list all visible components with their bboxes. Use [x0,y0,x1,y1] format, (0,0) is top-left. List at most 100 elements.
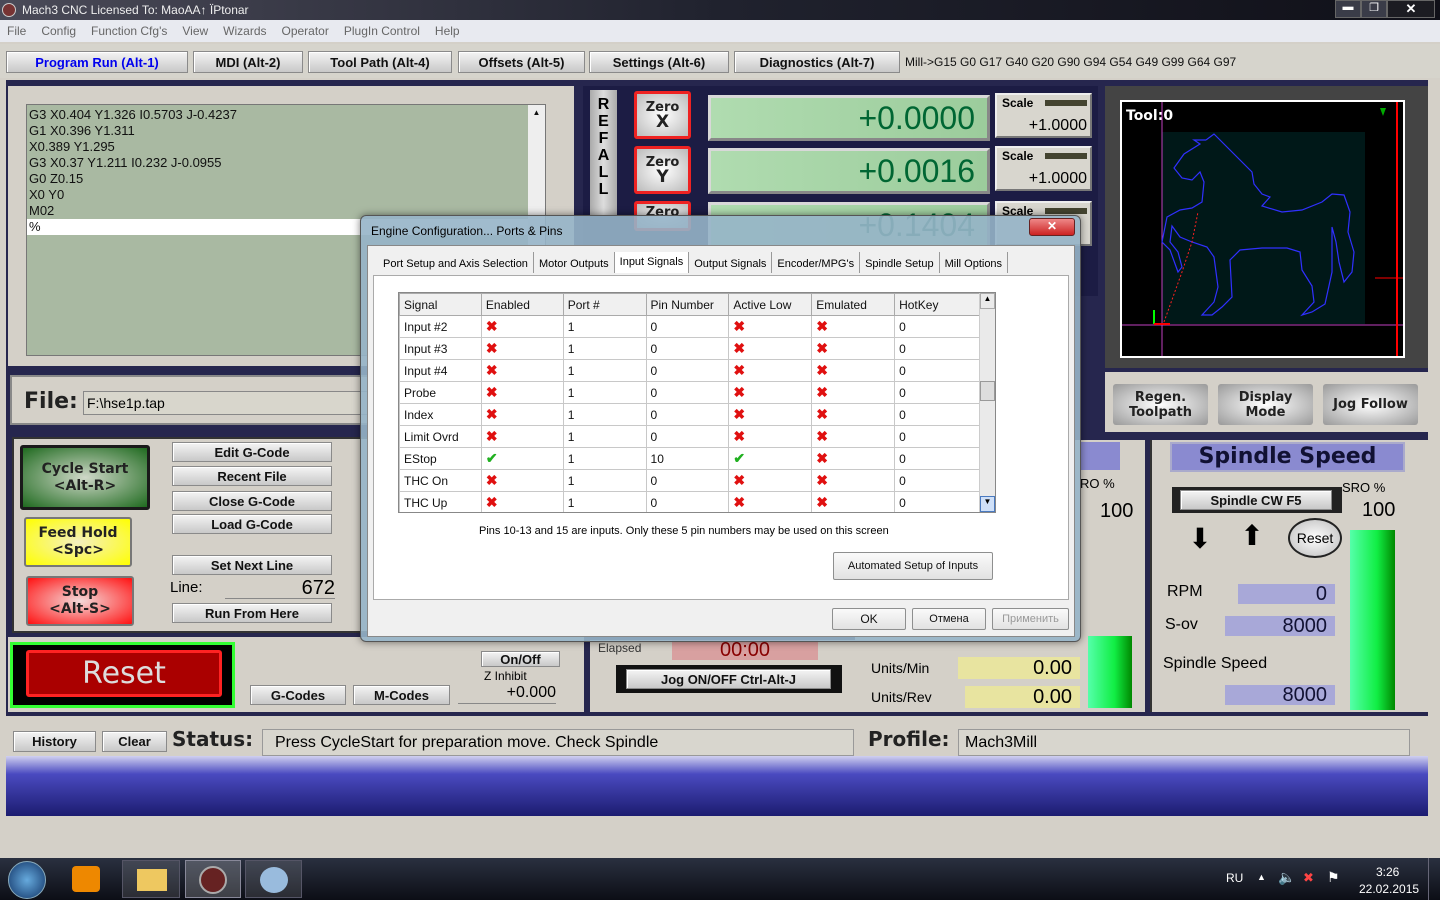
cross-icon[interactable]: ✖ [486,428,498,444]
cell-hotkey[interactable]: 0 [894,315,980,338]
table-row[interactable]: THC On ✖ 1 0 ✖ ✖ 0 [399,469,980,492]
cross-icon[interactable]: ✖ [486,384,498,400]
show-desktop-button[interactable] [1428,858,1440,900]
check-icon[interactable]: ✔ [733,450,745,466]
menu-file[interactable]: File [7,24,26,38]
cell-enabled[interactable]: ✖ [480,469,564,492]
cell-active_low[interactable]: ✖ [728,337,813,360]
line-field[interactable]: 672 [225,577,335,599]
cell-enabled[interactable]: ✖ [480,403,564,426]
cell-pin[interactable]: 0 [645,491,730,512]
tab-program-run[interactable]: Program Run (Alt-1) [6,51,188,73]
explorer-icon[interactable] [122,860,180,898]
fro-slider[interactable] [1088,636,1132,708]
cell-port[interactable]: 1 [562,315,647,338]
spindle-reset-button[interactable]: Reset [1288,518,1342,558]
action-center-icon[interactable]: ⚑ [1327,869,1340,886]
recent-file-button[interactable]: Recent File [172,466,332,486]
zero-x-button[interactable]: Zero X [634,91,691,139]
table-row[interactable]: Index ✖ 1 0 ✖ ✖ 0 [399,403,980,426]
dro-y[interactable]: +0.0016 [708,148,990,194]
dialog-tab-spindle-setup[interactable]: Spindle Setup [860,252,940,273]
z-inhibit-toggle[interactable]: On/Off [481,651,560,667]
cell-emulated[interactable]: ✖ [811,447,896,470]
cross-icon[interactable]: ✖ [816,340,828,356]
table-row[interactable]: EStop ✔ 1 10 ✔ ✖ 0 [399,447,980,470]
menu-operator[interactable]: Operator [282,24,329,38]
cell-active_low[interactable]: ✖ [728,381,813,404]
cross-icon[interactable]: ✖ [733,340,745,356]
cell-signal[interactable]: Input #4 [399,359,482,382]
cell-active_low[interactable]: ✖ [728,359,813,382]
tab-mdi[interactable]: MDI (Alt-2) [193,51,303,73]
cross-icon[interactable]: ✖ [733,494,745,510]
cell-pin[interactable]: 0 [645,469,730,492]
cross-icon[interactable]: ✖ [733,362,745,378]
cell-emulated[interactable]: ✖ [811,337,896,360]
cell-enabled[interactable]: ✖ [480,381,564,404]
table-row[interactable]: Input #2 ✖ 1 0 ✖ ✖ 0 [399,315,980,338]
dialog-tab-motor-outputs[interactable]: Motor Outputs [534,252,615,273]
cross-icon[interactable]: ✖ [816,318,828,334]
paint-icon[interactable] [245,860,302,898]
menu-plugin-control[interactable]: PlugIn Control [344,24,420,38]
cell-signal[interactable]: Input #2 [399,315,482,338]
cell-active_low[interactable]: ✖ [728,491,813,512]
cell-port[interactable]: 1 [562,359,647,382]
cell-port[interactable]: 1 [562,403,647,426]
table-row[interactable]: THC Up ✖ 1 0 ✖ ✖ 0 [399,491,980,512]
cell-hotkey[interactable]: 0 [894,359,980,382]
cell-port[interactable]: 1 [562,469,647,492]
cross-icon[interactable]: ✖ [733,472,745,488]
toolpath-display[interactable]: Tool:0 [1120,100,1405,358]
cell-pin[interactable]: 10 [645,447,730,470]
tab-offsets[interactable]: Offsets (Alt-5) [458,51,585,73]
table-row[interactable]: Limit Ovrd ✖ 1 0 ✖ ✖ 0 [399,425,980,448]
table-row[interactable]: Input #3 ✖ 1 0 ✖ ✖ 0 [399,337,980,360]
gcodes-button[interactable]: G-Codes [250,685,346,705]
history-button[interactable]: History [13,731,96,752]
cross-icon[interactable]: ✖ [733,318,745,334]
cross-icon[interactable]: ✖ [486,318,498,334]
cell-emulated[interactable]: ✖ [811,381,896,404]
scale-x[interactable]: Scale +1.0000 [995,93,1092,138]
set-next-line-button[interactable]: Set Next Line [172,555,332,575]
cross-icon[interactable]: ✖ [486,362,498,378]
dialog-close-button[interactable]: ✕ [1029,218,1075,236]
cell-hotkey[interactable]: 0 [894,469,980,492]
cell-port[interactable]: 1 [562,491,647,512]
cross-icon[interactable]: ✖ [816,494,828,510]
cell-signal[interactable]: THC Up [399,491,482,512]
clear-button[interactable]: Clear [102,731,167,752]
cell-hotkey[interactable]: 0 [894,447,980,470]
cross-icon[interactable]: ✖ [486,340,498,356]
media-player-icon[interactable] [72,866,100,892]
stop-button[interactable]: Stop <Alt-S> [26,576,134,626]
scale-y[interactable]: Scale +1.0000 [995,146,1092,191]
cell-active_low[interactable]: ✖ [728,469,813,492]
menu-config[interactable]: Config [41,24,76,38]
mcodes-button[interactable]: M-Codes [353,685,450,705]
clock-time[interactable]: 3:26 [1376,865,1399,879]
menu-help[interactable]: Help [435,24,460,38]
cell-pin[interactable]: 0 [645,403,730,426]
cell-emulated[interactable]: ✖ [811,359,896,382]
cell-port[interactable]: 1 [562,381,647,404]
cell-hotkey[interactable]: 0 [894,403,980,426]
cell-pin[interactable]: 0 [645,425,730,448]
tab-tool-path[interactable]: Tool Path (Alt-4) [308,51,452,73]
ok-button[interactable]: OK [832,608,906,630]
cell-pin[interactable]: 0 [645,359,730,382]
close-gcode-button[interactable]: Close G-Code [172,491,332,511]
tray-expand-icon[interactable]: ▲ [1257,872,1266,882]
spindle-up-button[interactable]: ⬆ [1233,522,1271,552]
cell-port[interactable]: 1 [562,447,647,470]
regen-toolpath-button[interactable]: Regen. Toolpath [1113,384,1208,425]
cell-enabled[interactable]: ✔ [480,447,564,470]
cell-active_low[interactable]: ✖ [728,315,813,338]
ref-all-button[interactable]: REFALL [590,90,617,215]
cross-icon[interactable]: ✖ [816,472,828,488]
cycle-start-button[interactable]: Cycle Start <Alt-R> [20,445,150,510]
table-row[interactable]: Input #4 ✖ 1 0 ✖ ✖ 0 [399,359,980,382]
cell-emulated[interactable]: ✖ [811,425,896,448]
